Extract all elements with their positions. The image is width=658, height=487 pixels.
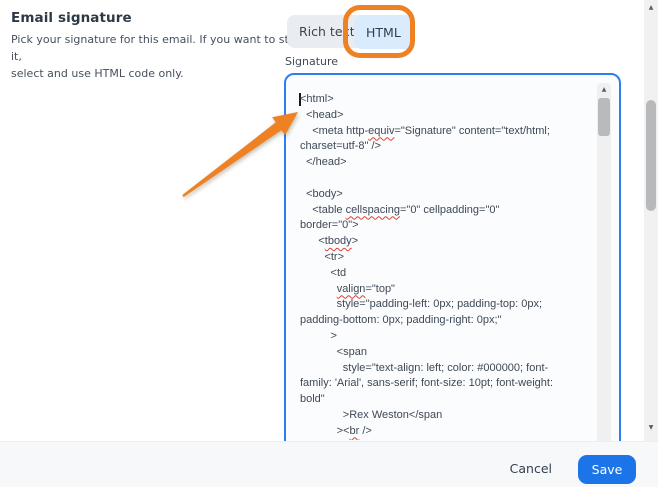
page-scrollbar-thumb[interactable] xyxy=(646,100,656,211)
save-button[interactable]: Save xyxy=(578,455,636,484)
email-signature-settings-panel: Email signature Pick your signature for … xyxy=(0,0,658,487)
page-scrollbar[interactable]: ▲ ▼ xyxy=(644,0,658,441)
page-scroll-down-icon[interactable]: ▼ xyxy=(644,423,658,433)
signature-scrollbar[interactable]: ▲ xyxy=(597,83,611,483)
cancel-button[interactable]: Cancel xyxy=(508,455,554,482)
footer-action-bar: Cancel Save xyxy=(0,441,658,487)
scroll-up-icon[interactable]: ▲ xyxy=(597,85,611,95)
page-scroll-up-icon[interactable]: ▲ xyxy=(644,3,658,13)
section-description: Pick your signature for this email. If y… xyxy=(11,31,311,82)
signature-field-label: Signature xyxy=(285,55,338,68)
signature-section-info: Email signature Pick your signature for … xyxy=(11,10,311,82)
signature-scrollbar-thumb[interactable] xyxy=(598,98,610,136)
tab-html[interactable]: HTML xyxy=(354,15,413,49)
signature-code-textarea[interactable]: <html> <head> <meta http-equiv="Signatur… xyxy=(284,73,621,485)
page-title: Email signature xyxy=(11,10,311,26)
signature-code: <html> <head> <meta http-equiv="Signatur… xyxy=(300,92,600,440)
